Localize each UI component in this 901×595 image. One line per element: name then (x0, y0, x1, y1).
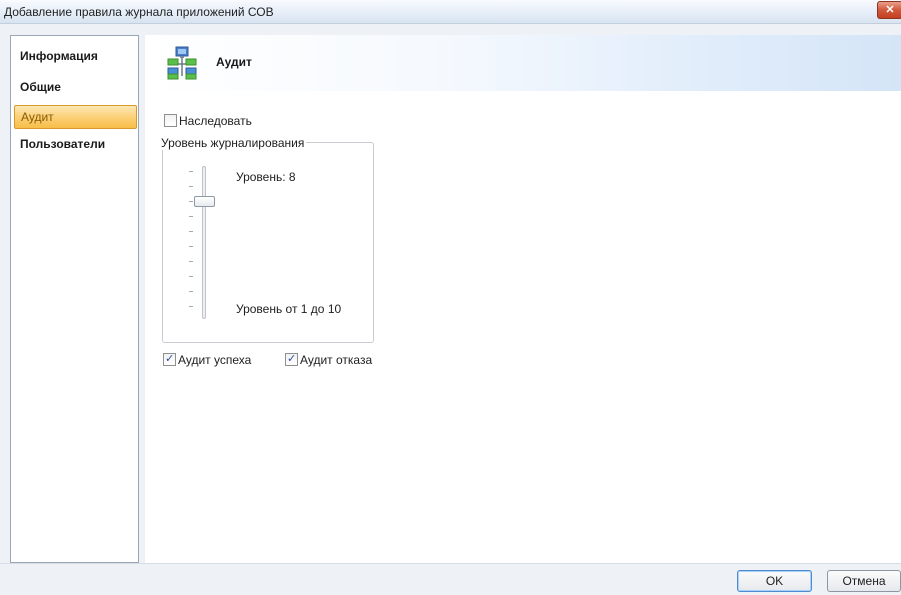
window-title: Добавление правила журнала приложений СО… (4, 5, 274, 19)
audit-success-checkbox[interactable] (163, 352, 176, 366)
logging-level-slider-thumb[interactable] (194, 196, 215, 207)
slider-tick (189, 291, 193, 292)
content-panel: Аудит Наследовать Уровень журналирования… (145, 35, 901, 563)
title-bar[interactable]: Добавление правила журнала приложений СО… (0, 0, 901, 24)
audit-failure-label[interactable]: Аудит отказа (300, 353, 372, 367)
logging-level-slider-track[interactable] (202, 166, 206, 319)
sidebar-item-general[interactable]: Общие (14, 75, 137, 99)
level-range-text: Уровень от 1 до 10 (236, 302, 342, 316)
slider-tick (189, 186, 193, 187)
sidebar-item-audit[interactable]: Аудит (14, 105, 137, 129)
slider-tick (189, 201, 193, 202)
sidebar-item-users[interactable]: Пользователи (14, 132, 137, 156)
page-title: Аудит (216, 55, 252, 69)
page-header: Аудит (145, 35, 901, 91)
audit-failure-checkbox[interactable] (285, 352, 298, 366)
slider-tick (189, 306, 193, 307)
network-audit-icon (167, 46, 197, 80)
level-value-text: Уровень: 8 (236, 170, 296, 184)
slider-tick (189, 261, 193, 262)
slider-tick (189, 231, 193, 232)
slider-tick (189, 246, 193, 247)
ok-button[interactable]: OK (737, 570, 812, 592)
inherit-label[interactable]: Наследовать (179, 114, 252, 128)
sidebar-item-information[interactable]: Информация (14, 44, 137, 68)
inherit-checkbox[interactable] (164, 114, 177, 127)
dialog-window: Добавление правила журнала приложений СО… (0, 0, 901, 595)
slider-tick (189, 171, 193, 172)
logging-level-group-label: Уровень журналирования (159, 136, 307, 150)
close-icon: ✕ (885, 4, 895, 16)
cancel-button[interactable]: Отмена (827, 570, 901, 592)
slider-tick (189, 216, 193, 217)
slider-tick (189, 276, 193, 277)
audit-success-label[interactable]: Аудит успеха (178, 353, 251, 367)
sidebar-nav: Информация Общие Аудит Пользователи (10, 35, 139, 563)
close-button[interactable]: ✕ (877, 1, 901, 19)
